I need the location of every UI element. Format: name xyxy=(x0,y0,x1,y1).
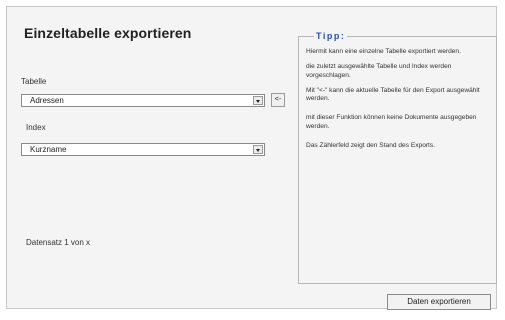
index-label: Index xyxy=(26,123,46,132)
tip-body: Hiermit kann eine einzelne Tabelle expor… xyxy=(306,48,492,157)
table-select-value: Adressen xyxy=(30,96,64,105)
chevron-down-icon[interactable] xyxy=(253,96,263,105)
table-label: Tabelle xyxy=(21,77,47,86)
record-counter: Datensatz 1 von x xyxy=(26,238,91,247)
tip-line: mit dieser Funktion können keine Dokumen… xyxy=(306,114,477,130)
tip-line: die zuletzt ausgewählte Tabelle und Inde… xyxy=(306,63,452,79)
tip-panel: Tipp: Hiermit kann eine einzelne Tabelle… xyxy=(298,31,497,284)
export-data-button[interactable]: Daten exportieren xyxy=(387,294,491,310)
export-dialog: Einzeltabelle exportieren Tabelle Adress… xyxy=(6,6,497,310)
index-select-value: Kurzname xyxy=(30,145,67,154)
tip-line: Mit "<-" kann die aktuelle Tabelle für d… xyxy=(306,86,480,103)
table-select[interactable]: Adressen xyxy=(21,94,265,107)
dialog-title: Einzeltabelle exportieren xyxy=(24,25,192,41)
use-current-table-button[interactable]: <- xyxy=(271,93,285,107)
chevron-down-icon[interactable] xyxy=(253,145,263,154)
tip-heading: Tipp: xyxy=(314,31,348,41)
index-select[interactable]: Kurzname xyxy=(21,143,265,156)
tip-line: Das Zählerfeld zeigt den Stand des Expor… xyxy=(306,142,436,150)
tip-line: Hiermit kann eine einzelne Tabelle expor… xyxy=(306,48,461,55)
